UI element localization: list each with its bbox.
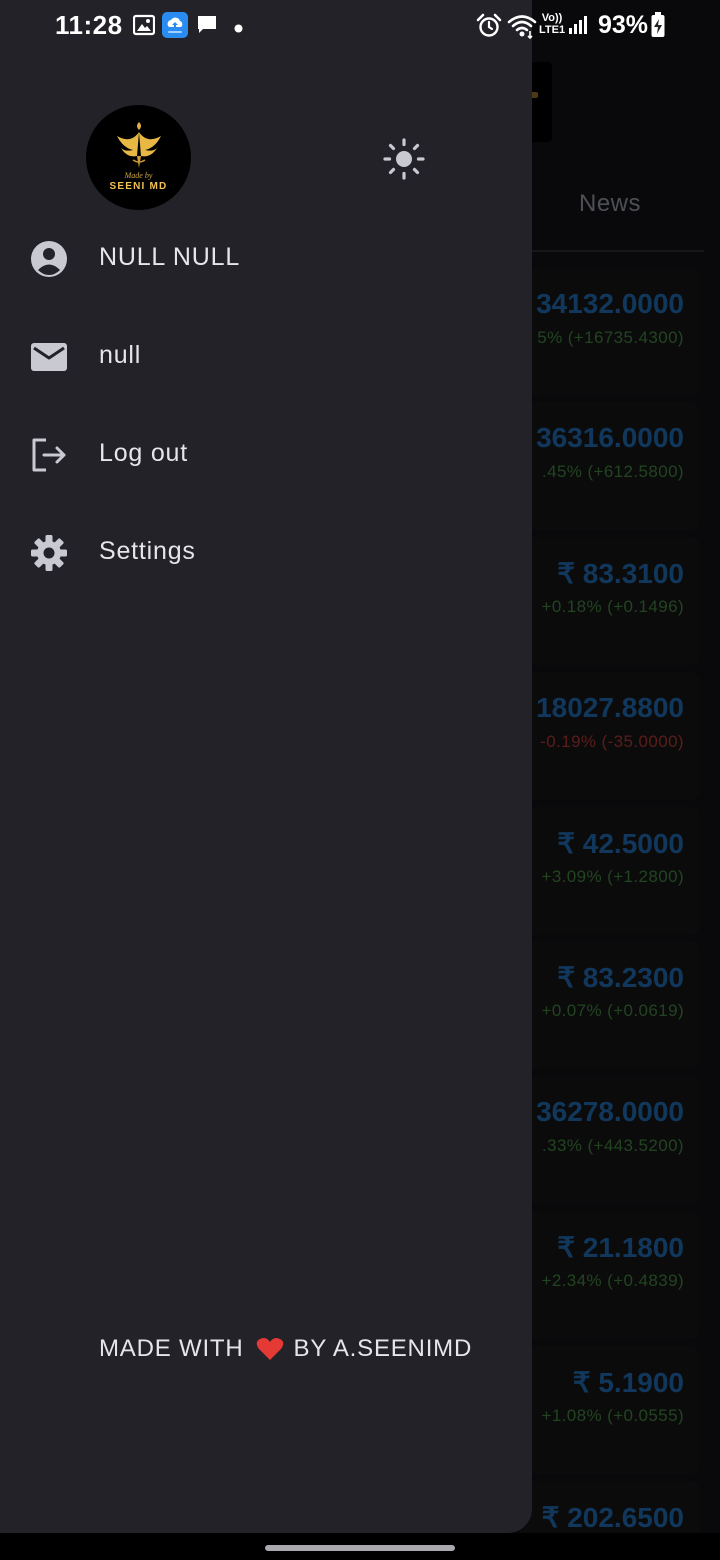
drawer-item-label: Log out <box>99 439 189 467</box>
gallery-notification-icon <box>132 14 156 41</box>
alarm-icon <box>476 13 502 44</box>
status-time: 11:28 <box>55 10 123 40</box>
drawer-item-label: NULL NULL <box>99 243 241 271</box>
cloud-upload-notification-icon <box>162 12 188 43</box>
message-notification-icon <box>196 14 218 41</box>
avatar[interactable]: Made by SEENI MD <box>86 105 191 210</box>
status-bar: 11:28 Vo)) LTE1 93% <box>0 0 720 52</box>
drawer-item-label: Settings <box>99 537 196 565</box>
screen: News 34132.0000 5% (+16735.4300) 36316.000… <box>0 0 720 1560</box>
drawer-item-profile[interactable]: NULL NULL <box>0 219 532 299</box>
made-with-love-footer: MADE WITH BY A.SEENIMD <box>99 1335 472 1363</box>
battery-charging-icon <box>651 12 665 43</box>
volte-lte-label: Vo)) LTE1 <box>539 12 566 36</box>
system-navigation-bar <box>0 1533 720 1560</box>
avatar-made-by-text: Made by <box>124 171 153 180</box>
drawer-item-label: null <box>99 341 142 369</box>
navigation-drawer: Made by SEENI MD NULL NULL null Log out … <box>0 0 532 1533</box>
home-gesture-handle[interactable] <box>265 1545 455 1551</box>
drawer-item-settings[interactable]: Settings <box>0 513 532 593</box>
heart-icon <box>256 1337 284 1361</box>
phoenix-logo-icon <box>117 122 161 168</box>
account-circle-icon <box>29 239 69 279</box>
sun-icon <box>383 138 425 180</box>
avatar-brand-text: SEENI MD <box>109 181 168 192</box>
footer-suffix: BY A.SEENIMD <box>293 1335 473 1362</box>
gear-icon <box>29 533 69 573</box>
drawer-item-logout[interactable]: Log out <box>0 415 532 495</box>
battery-percentage: 93% <box>598 11 649 39</box>
wifi-icon <box>507 13 537 44</box>
more-notifications-dot-icon <box>234 20 243 38</box>
theme-toggle-button[interactable] <box>380 135 428 183</box>
drawer-item-email[interactable]: null <box>0 317 532 397</box>
mail-icon <box>29 337 69 377</box>
signal-strength-icon <box>568 14 590 41</box>
footer-prefix: MADE WITH <box>99 1335 244 1362</box>
logout-icon <box>29 435 69 475</box>
